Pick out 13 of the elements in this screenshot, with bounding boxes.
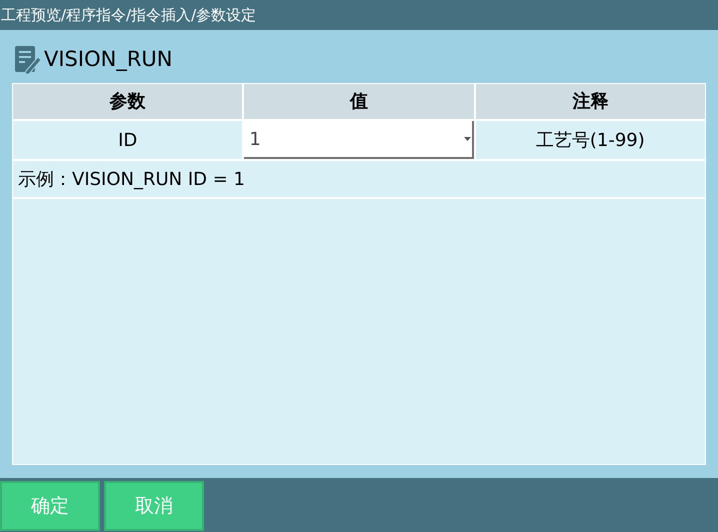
column-header: 注释 (476, 84, 705, 119)
dialog-button[interactable]: 取消 (104, 481, 204, 531)
window-title: 工程预览/程序指令/指令插入/参数设定 (0, 8, 256, 22)
dropdown-arrow-icon (464, 137, 471, 141)
command-name: VISION_RUN (44, 46, 172, 74)
value-dropdown[interactable]: 1 (244, 121, 474, 159)
dialog-button[interactable]: 确定 (0, 481, 100, 531)
column-header: 值 (244, 84, 474, 119)
edit-document-icon (14, 45, 42, 75)
column-header: 参数 (13, 84, 242, 119)
table-cell: 工艺号(1-99) (476, 121, 705, 159)
table-cell: ID (13, 121, 242, 159)
example-text: 示例：VISION_RUN ID = 1 (18, 168, 246, 192)
